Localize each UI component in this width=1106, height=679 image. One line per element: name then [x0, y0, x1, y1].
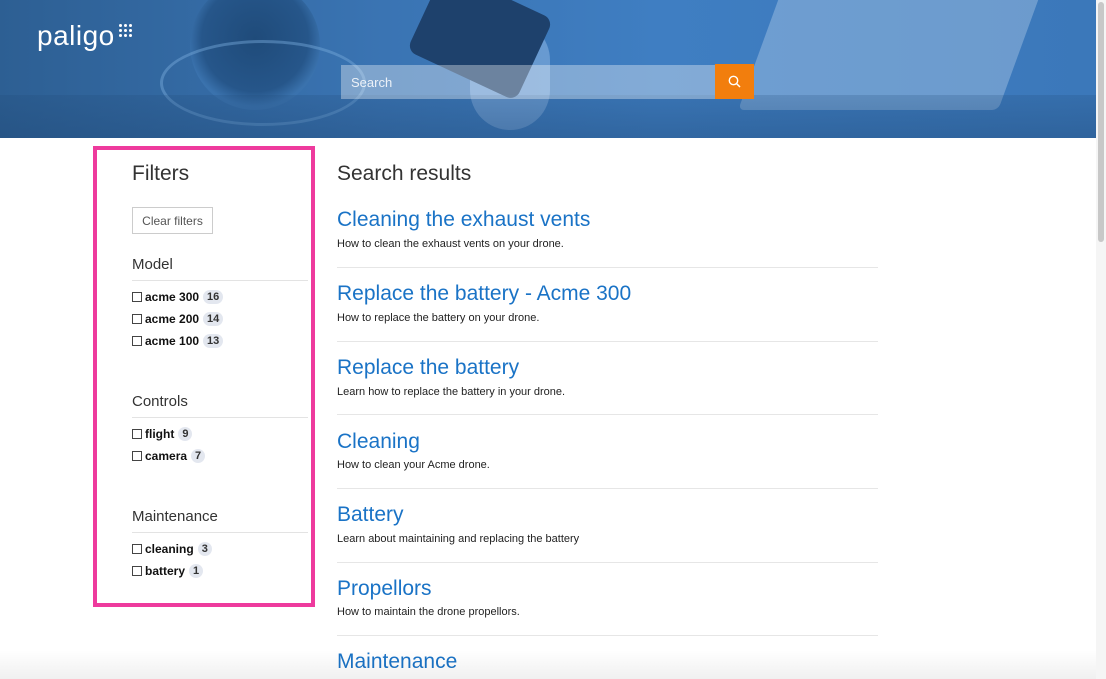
- checkbox[interactable]: [132, 429, 142, 439]
- facet-divider: [132, 532, 308, 533]
- bottom-fade: [0, 650, 1096, 679]
- checkbox[interactable]: [132, 566, 142, 576]
- facet-item-label: flight: [145, 427, 175, 441]
- grid-dots-icon: [119, 24, 133, 38]
- count-badge: 1: [189, 564, 204, 578]
- checkbox[interactable]: [132, 292, 142, 302]
- count-badge: 13: [203, 334, 224, 348]
- search-input[interactable]: [341, 65, 715, 99]
- result-divider: [337, 562, 878, 563]
- result-link[interactable]: Cleaning: [337, 430, 420, 454]
- result-description: How to maintain the drone propellors.: [337, 606, 520, 618]
- checkbox[interactable]: [132, 314, 142, 324]
- result-divider: [337, 635, 878, 636]
- table-image: [0, 95, 1096, 138]
- result-divider: [337, 488, 878, 489]
- count-badge: 7: [191, 449, 206, 463]
- search-icon: [728, 75, 741, 88]
- logo-text: paligo: [37, 20, 115, 51]
- facet-item-cleaning[interactable]: cleaning 3: [132, 542, 212, 556]
- result-description: How to clean the exhaust vents on your d…: [337, 238, 564, 250]
- facet-item-label: battery: [145, 564, 186, 578]
- checkbox[interactable]: [132, 544, 142, 554]
- paligo-logo[interactable]: paligo: [37, 20, 132, 52]
- facet-item-battery[interactable]: battery 1: [132, 564, 204, 578]
- laptop-image: [738, 0, 1042, 110]
- result-link[interactable]: Propellors: [337, 577, 432, 601]
- result-link[interactable]: Replace the battery: [337, 356, 519, 380]
- result-divider: [337, 414, 878, 415]
- result-link[interactable]: Battery: [337, 503, 404, 527]
- facet-divider: [132, 280, 308, 281]
- checkbox[interactable]: [132, 336, 142, 346]
- filters-title: Filters: [132, 162, 190, 185]
- count-badge: 16: [203, 290, 224, 304]
- result-link[interactable]: Replace the battery - Acme 300: [337, 282, 631, 306]
- result-divider: [337, 341, 878, 342]
- search-results-title: Search results: [337, 162, 472, 185]
- facet-item-label: acme 300: [145, 290, 200, 304]
- facet-heading-controls: Controls: [132, 393, 188, 410]
- facet-item-label: acme 200: [145, 312, 200, 326]
- checkbox[interactable]: [132, 451, 142, 461]
- result-description: Learn how to replace the battery in your…: [337, 386, 566, 398]
- facet-item-acme-300[interactable]: acme 300 16: [132, 290, 224, 304]
- facet-item-acme-200[interactable]: acme 200 14: [132, 312, 224, 326]
- result-description: Learn about maintaining and replacing th…: [337, 533, 580, 545]
- result-link[interactable]: Cleaning the exhaust vents: [337, 208, 590, 232]
- facet-item-acme-100[interactable]: acme 100 13: [132, 334, 224, 348]
- facet-item-label: camera: [145, 449, 188, 463]
- result-divider: [337, 267, 878, 268]
- facet-heading-model: Model: [132, 256, 173, 273]
- clear-filters-button[interactable]: Clear filters: [132, 207, 213, 234]
- facet-item-label: acme 100: [145, 334, 200, 348]
- result-description: How to clean your Acme drone.: [337, 459, 490, 471]
- result-link[interactable]: Maintenance: [337, 650, 457, 674]
- count-badge: 3: [197, 542, 212, 556]
- scrollbar-thumb[interactable]: [1098, 2, 1104, 242]
- facet-item-flight[interactable]: flight 9: [132, 427, 193, 441]
- facet-heading-maintenance: Maintenance: [132, 508, 218, 525]
- facet-item-label: cleaning: [145, 542, 194, 556]
- facet-divider: [132, 417, 308, 418]
- search-button[interactable]: [715, 64, 754, 99]
- count-badge: 9: [178, 427, 193, 441]
- result-description: How to replace the battery on your drone…: [337, 312, 540, 324]
- facet-item-camera[interactable]: camera 7: [132, 449, 206, 463]
- count-badge: 14: [203, 312, 224, 326]
